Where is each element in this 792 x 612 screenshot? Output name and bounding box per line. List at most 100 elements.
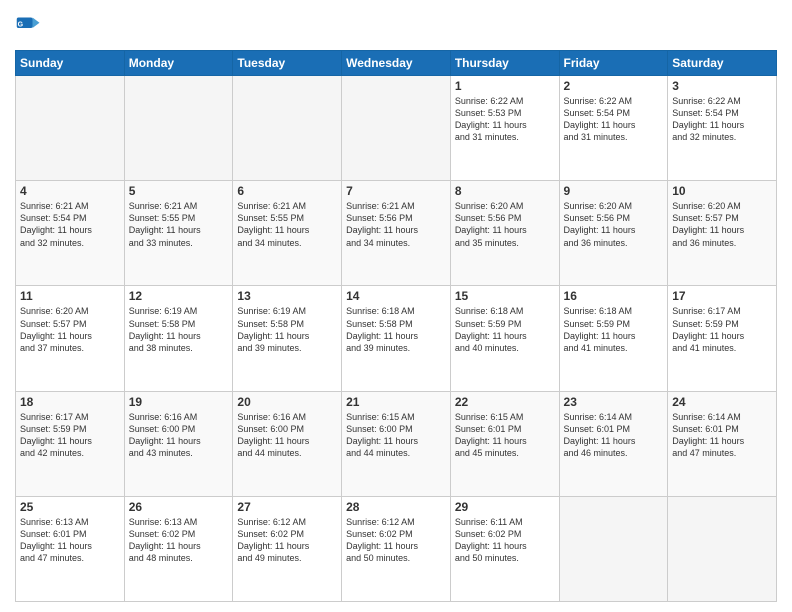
calendar-cell: 4Sunrise: 6:21 AM Sunset: 5:54 PM Daylig…	[16, 181, 125, 286]
cell-info: Sunrise: 6:12 AM Sunset: 6:02 PM Dayligh…	[346, 516, 446, 565]
cell-info: Sunrise: 6:15 AM Sunset: 6:01 PM Dayligh…	[455, 411, 555, 460]
day-number: 9	[564, 184, 664, 198]
calendar-cell: 24 Sunrise: 6:14 AM Sunset: 6:01 PM Dayli…	[668, 391, 777, 496]
day-number: 10	[672, 184, 772, 198]
calendar-cell: 3 Sunrise: 6:22 AM Sunset: 5:54 PM Daylig…	[668, 76, 777, 181]
calendar-cell	[16, 76, 125, 181]
calendar-cell: 2 Sunrise: 6:22 AM Sunset: 5:54 PM Daylig…	[559, 76, 668, 181]
calendar-cell: 1Sunrise: 6:22 AM Sunset: 5:53 PM Daylig…	[450, 76, 559, 181]
cell-info: Sunrise: 6:15 AM Sunset: 6:00 PM Dayligh…	[346, 411, 446, 460]
cell-info: Sunrise: 6:22 AM Sunset: 5:54 PM Dayligh…	[672, 95, 772, 144]
cell-info: Sunrise: 6:18 AM Sunset: 5:59 PM Dayligh…	[455, 305, 555, 354]
day-number: 2	[564, 79, 664, 93]
calendar-cell: 14 Sunrise: 6:18 AM Sunset: 5:58 PM Dayli…	[342, 286, 451, 391]
calendar-cell: 12 Sunrise: 6:19 AM Sunset: 5:58 PM Dayli…	[124, 286, 233, 391]
cell-info: Sunrise: 6:13 AM Sunset: 6:02 PM Dayligh…	[129, 516, 229, 565]
day-header-saturday: Saturday	[668, 51, 777, 76]
calendar-cell: 21Sunrise: 6:15 AM Sunset: 6:00 PM Dayli…	[342, 391, 451, 496]
cell-info: Sunrise: 6:18 AM Sunset: 5:58 PM Dayligh…	[346, 305, 446, 354]
calendar-cell: 22 Sunrise: 6:15 AM Sunset: 6:01 PM Dayli…	[450, 391, 559, 496]
calendar-cell: 26 Sunrise: 6:13 AM Sunset: 6:02 PM Dayli…	[124, 496, 233, 601]
calendar-cell: 13 Sunrise: 6:19 AM Sunset: 5:58 PM Dayli…	[233, 286, 342, 391]
calendar-cell: 25 Sunrise: 6:13 AM Sunset: 6:01 PM Dayli…	[16, 496, 125, 601]
day-number: 12	[129, 289, 229, 303]
day-number: 25	[20, 500, 120, 514]
calendar-week-4: 25 Sunrise: 6:13 AM Sunset: 6:01 PM Dayli…	[16, 496, 777, 601]
cell-info: Sunrise: 6:11 AM Sunset: 6:02 PM Dayligh…	[455, 516, 555, 565]
calendar-cell: 10 Sunrise: 6:20 AM Sunset: 5:57 PM Dayli…	[668, 181, 777, 286]
calendar-cell	[124, 76, 233, 181]
day-header-thursday: Thursday	[450, 51, 559, 76]
day-header-tuesday: Tuesday	[233, 51, 342, 76]
cell-info: Sunrise: 6:19 AM Sunset: 5:58 PM Dayligh…	[129, 305, 229, 354]
calendar-cell: 27 Sunrise: 6:12 AM Sunset: 6:02 PM Dayli…	[233, 496, 342, 601]
calendar-cell: 11Sunrise: 6:20 AM Sunset: 5:57 PM Dayli…	[16, 286, 125, 391]
calendar-week-0: 1Sunrise: 6:22 AM Sunset: 5:53 PM Daylig…	[16, 76, 777, 181]
cell-info: Sunrise: 6:13 AM Sunset: 6:01 PM Dayligh…	[20, 516, 120, 565]
day-number: 16	[564, 289, 664, 303]
day-number: 22	[455, 395, 555, 409]
calendar-cell: 28 Sunrise: 6:12 AM Sunset: 6:02 PM Dayli…	[342, 496, 451, 601]
day-number: 14	[346, 289, 446, 303]
day-header-wednesday: Wednesday	[342, 51, 451, 76]
cell-info: Sunrise: 6:16 AM Sunset: 6:00 PM Dayligh…	[129, 411, 229, 460]
calendar-cell: 20 Sunrise: 6:16 AM Sunset: 6:00 PM Dayli…	[233, 391, 342, 496]
cell-info: Sunrise: 6:22 AM Sunset: 5:53 PM Dayligh…	[455, 95, 555, 144]
cell-info: Sunrise: 6:18 AM Sunset: 5:59 PM Dayligh…	[564, 305, 664, 354]
cell-info: Sunrise: 6:14 AM Sunset: 6:01 PM Dayligh…	[672, 411, 772, 460]
day-number: 20	[237, 395, 337, 409]
day-number: 8	[455, 184, 555, 198]
day-number: 13	[237, 289, 337, 303]
day-number: 11	[20, 289, 120, 303]
calendar-week-1: 4Sunrise: 6:21 AM Sunset: 5:54 PM Daylig…	[16, 181, 777, 286]
calendar-cell: 17 Sunrise: 6:17 AM Sunset: 5:59 PM Dayli…	[668, 286, 777, 391]
calendar-cell	[342, 76, 451, 181]
calendar-cell: 9 Sunrise: 6:20 AM Sunset: 5:56 PM Daylig…	[559, 181, 668, 286]
day-number: 24	[672, 395, 772, 409]
cell-info: Sunrise: 6:21 AM Sunset: 5:55 PM Dayligh…	[237, 200, 337, 249]
day-number: 6	[237, 184, 337, 198]
cell-info: Sunrise: 6:14 AM Sunset: 6:01 PM Dayligh…	[564, 411, 664, 460]
day-number: 28	[346, 500, 446, 514]
cell-info: Sunrise: 6:12 AM Sunset: 6:02 PM Dayligh…	[237, 516, 337, 565]
cell-info: Sunrise: 6:19 AM Sunset: 5:58 PM Dayligh…	[237, 305, 337, 354]
day-number: 23	[564, 395, 664, 409]
page: G SundayMondayTuesdayWednesdayThursdayFr…	[0, 0, 792, 612]
day-number: 15	[455, 289, 555, 303]
day-number: 26	[129, 500, 229, 514]
calendar-cell	[559, 496, 668, 601]
calendar-cell: 15 Sunrise: 6:18 AM Sunset: 5:59 PM Dayli…	[450, 286, 559, 391]
cell-info: Sunrise: 6:20 AM Sunset: 5:56 PM Dayligh…	[564, 200, 664, 249]
calendar-cell: 16 Sunrise: 6:18 AM Sunset: 5:59 PM Dayli…	[559, 286, 668, 391]
day-number: 17	[672, 289, 772, 303]
calendar-cell: 6 Sunrise: 6:21 AM Sunset: 5:55 PM Daylig…	[233, 181, 342, 286]
logo: G	[15, 14, 47, 42]
cell-info: Sunrise: 6:21 AM Sunset: 5:56 PM Dayligh…	[346, 200, 446, 249]
calendar-table: SundayMondayTuesdayWednesdayThursdayFrid…	[15, 50, 777, 602]
calendar-cell: 7 Sunrise: 6:21 AM Sunset: 5:56 PM Daylig…	[342, 181, 451, 286]
cell-info: Sunrise: 6:20 AM Sunset: 5:57 PM Dayligh…	[672, 200, 772, 249]
day-number: 27	[237, 500, 337, 514]
calendar-header-row: SundayMondayTuesdayWednesdayThursdayFrid…	[16, 51, 777, 76]
day-header-friday: Friday	[559, 51, 668, 76]
day-number: 4	[20, 184, 120, 198]
cell-info: Sunrise: 6:17 AM Sunset: 5:59 PM Dayligh…	[20, 411, 120, 460]
calendar-cell: 8Sunrise: 6:20 AM Sunset: 5:56 PM Daylig…	[450, 181, 559, 286]
day-header-sunday: Sunday	[16, 51, 125, 76]
logo-icon: G	[15, 14, 43, 42]
day-number: 7	[346, 184, 446, 198]
cell-info: Sunrise: 6:16 AM Sunset: 6:00 PM Dayligh…	[237, 411, 337, 460]
day-number: 3	[672, 79, 772, 93]
cell-info: Sunrise: 6:17 AM Sunset: 5:59 PM Dayligh…	[672, 305, 772, 354]
calendar-cell: 5Sunrise: 6:21 AM Sunset: 5:55 PM Daylig…	[124, 181, 233, 286]
calendar-cell: 23 Sunrise: 6:14 AM Sunset: 6:01 PM Dayli…	[559, 391, 668, 496]
calendar-week-2: 11Sunrise: 6:20 AM Sunset: 5:57 PM Dayli…	[16, 286, 777, 391]
day-number: 18	[20, 395, 120, 409]
cell-info: Sunrise: 6:22 AM Sunset: 5:54 PM Dayligh…	[564, 95, 664, 144]
svg-text:G: G	[18, 21, 24, 28]
calendar-cell: 29Sunrise: 6:11 AM Sunset: 6:02 PM Dayli…	[450, 496, 559, 601]
calendar-cell: 19 Sunrise: 6:16 AM Sunset: 6:00 PM Dayli…	[124, 391, 233, 496]
calendar-cell	[668, 496, 777, 601]
day-number: 19	[129, 395, 229, 409]
day-number: 5	[129, 184, 229, 198]
